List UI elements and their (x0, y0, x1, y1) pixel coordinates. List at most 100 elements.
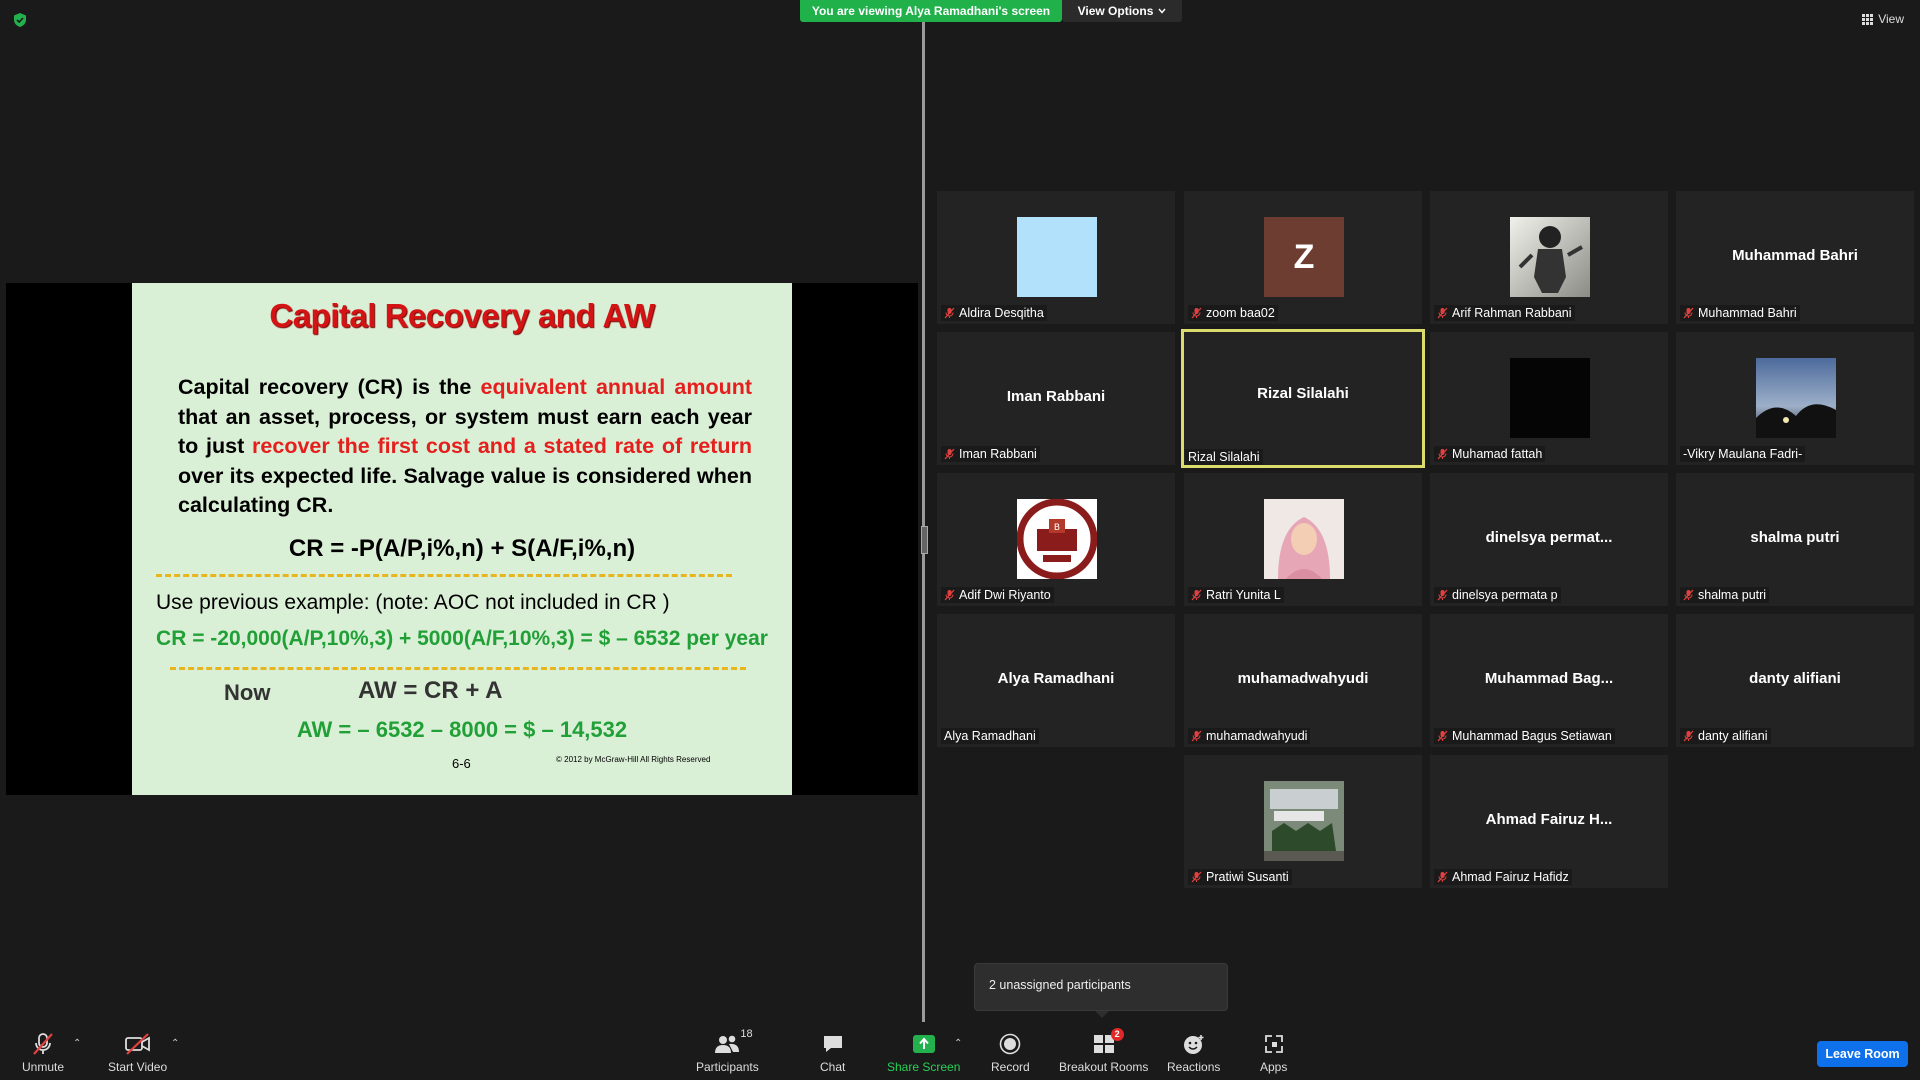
view-options-label: View Options (1077, 4, 1154, 18)
unmute-label: Unmute (22, 1060, 65, 1074)
now-label: Now (224, 680, 271, 705)
viewing-screen-banner: You are viewing Alya Ramadhani's screen (800, 0, 1062, 22)
chat-label: Chat (820, 1060, 846, 1074)
active-speaker-tile[interactable]: Rizal Silalahi Rizal Silalahi (1181, 329, 1425, 468)
participant-tile[interactable]: Muhammad Bahri Muhammad Bahri (1676, 191, 1914, 324)
svg-text:B: B (1054, 523, 1060, 533)
participant-display-name: Rizal Silalahi (1257, 385, 1349, 402)
record-label: Record (991, 1060, 1030, 1074)
previous-example-text: Use previous example: (note: AOC not inc… (156, 591, 670, 614)
participant-tile[interactable]: Z zoom baa02 (1184, 191, 1422, 324)
participant-tile[interactable]: B Adif Dwi Riyanto (937, 473, 1175, 606)
muted-mic-icon (944, 589, 955, 601)
chevron-up-icon[interactable]: ⌃ (954, 1038, 962, 1049)
participant-tile[interactable]: danty alifiani danty alifiani (1676, 614, 1914, 747)
avatar (1017, 217, 1097, 297)
reactions-smiley-icon (1183, 1035, 1204, 1054)
leave-room-button[interactable]: Leave Room (1817, 1041, 1908, 1067)
participant-tile[interactable]: Ratri Yunita L (1184, 473, 1422, 606)
view-options-button[interactable]: View Options (1062, 0, 1182, 22)
record-icon (1000, 1033, 1021, 1055)
avatar (1264, 499, 1344, 579)
chat-button[interactable]: Chat (820, 1032, 845, 1074)
tooltip-arrow (1095, 1011, 1109, 1018)
participant-tile[interactable]: Aldira Desqitha (937, 191, 1175, 324)
participant-name: Ahmad Fairuz Hafidz (1452, 870, 1569, 884)
apps-button[interactable]: Apps (1260, 1032, 1287, 1074)
share-screen-button[interactable]: Share Screen (887, 1032, 960, 1074)
tooltip-text: 2 unassigned participants (989, 978, 1131, 992)
apps-label: Apps (1260, 1060, 1288, 1074)
para-text: over its expected life. Salvage value is… (178, 463, 752, 518)
breakout-badge: 2 (1110, 1028, 1124, 1041)
avatar: B (1017, 499, 1097, 579)
muted-mic-icon (1437, 307, 1448, 319)
muted-mic-icon (1437, 871, 1448, 883)
participant-tile[interactable]: shalma putri shalma putri (1676, 473, 1914, 606)
divider-line (156, 574, 732, 577)
security-shield-icon[interactable] (12, 12, 28, 28)
participant-name: Alya Ramadhani (944, 729, 1036, 743)
participant-name: Muhammad Bagus Setiawan (1452, 729, 1612, 743)
divider-line (170, 667, 746, 670)
unmute-button[interactable]: Unmute (22, 1032, 64, 1074)
breakout-rooms-label: Breakout Rooms (1059, 1060, 1149, 1074)
participant-display-name: Muhammad Bag... (1484, 670, 1614, 687)
para-text: Capital recovery (CR) is the (178, 375, 481, 399)
reactions-button[interactable]: Reactions (1167, 1032, 1220, 1074)
participant-tile[interactable]: Muhammad Bag... Muhammad Bagus Setiawan (1430, 614, 1668, 747)
presentation-slide: Capital Recovery and AW Capital recovery… (132, 283, 792, 795)
muted-mic-icon (1437, 589, 1448, 601)
muted-mic-icon (1191, 730, 1202, 742)
participant-name: Iman Rabbani (959, 447, 1037, 461)
avatar: Z (1264, 217, 1344, 297)
chevron-up-icon[interactable]: ⌃ (171, 1038, 179, 1049)
participant-tile[interactable]: Muhamad fattah (1430, 332, 1668, 465)
chat-icon (823, 1036, 842, 1052)
video-off-icon (124, 1033, 150, 1055)
muted-mic-icon (1683, 730, 1694, 742)
participant-tile[interactable]: -Vikry Maulana Fadri- (1676, 332, 1914, 465)
participant-tile[interactable]: Iman Rabbani Iman Rabbani (937, 332, 1175, 465)
apps-icon (1264, 1035, 1283, 1053)
start-video-button[interactable]: Start Video (108, 1032, 167, 1074)
start-video-label: Start Video (108, 1060, 168, 1074)
participant-tile[interactable]: dinelsya permat... dinelsya permata p (1430, 473, 1668, 606)
participant-display-name: muhamadwahyudi (1237, 670, 1369, 687)
participant-display-name: Ahmad Fairuz H... (1485, 811, 1613, 828)
participant-tile[interactable]: Arif Rahman Rabbani (1430, 191, 1668, 324)
record-button[interactable]: Record (991, 1032, 1030, 1074)
muted-mic-icon (33, 1033, 53, 1055)
muted-mic-icon (1191, 307, 1202, 319)
participant-name: Rizal Silalahi (1188, 450, 1260, 464)
participant-display-name: Alya Ramadhani (997, 670, 1115, 687)
muted-mic-icon (1191, 871, 1202, 883)
chevron-up-icon[interactable]: ⌃ (73, 1038, 81, 1049)
participant-tile[interactable]: Ahmad Fairuz H... Ahmad Fairuz Hafidz (1430, 755, 1668, 888)
participant-name: Ratri Yunita L (1206, 588, 1281, 602)
chevron-down-icon (1158, 8, 1166, 14)
split-view-divider[interactable] (922, 22, 925, 1022)
muted-mic-icon (1683, 307, 1694, 319)
muted-mic-icon (1437, 730, 1448, 742)
participant-name: Adif Dwi Riyanto (959, 588, 1051, 602)
view-button[interactable]: View (1862, 12, 1904, 26)
aw-formula: AW = CR + A (358, 677, 503, 704)
split-view-handle[interactable] (921, 526, 928, 554)
para-highlight: recover the first cost and a stated rate… (252, 434, 753, 458)
participant-tile[interactable]: Alya Ramadhani Alya Ramadhani (937, 614, 1175, 747)
participants-count: 18 (740, 1028, 753, 1040)
muted-mic-icon (1191, 589, 1202, 601)
gallery-grid-icon (1862, 13, 1874, 25)
participant-name: Arif Rahman Rabbani (1452, 306, 1572, 320)
breakout-rooms-button[interactable]: 2 Breakout Rooms (1059, 1028, 1149, 1074)
avatar (1510, 358, 1590, 438)
slide-title: Capital Recovery and AW (269, 297, 655, 334)
participant-display-name: danty alifiani (1749, 670, 1841, 687)
participant-display-name: shalma putri (1750, 529, 1840, 546)
participant-name: zoom baa02 (1206, 306, 1275, 320)
participant-tile[interactable]: Pratiwi Susanti (1184, 755, 1422, 888)
participants-button[interactable]: 18 Participants (696, 1028, 759, 1074)
participant-tile[interactable]: muhamadwahyudi muhamadwahyudi (1184, 614, 1422, 747)
participant-display-name: dinelsya permat... (1485, 529, 1613, 546)
